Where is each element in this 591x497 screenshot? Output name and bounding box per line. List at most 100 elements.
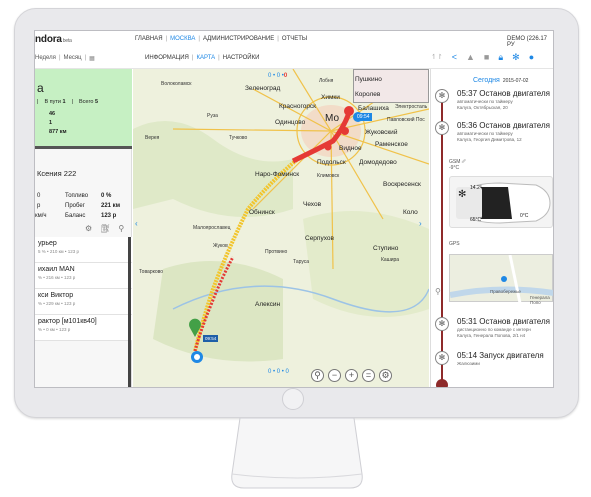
monitor-stand (231, 418, 363, 489)
app-logo[interactable]: ndorabeta (35, 34, 72, 45)
map-counter: 0 • 0 •0 (268, 73, 288, 79)
location-icon[interactable]: ⚲ (118, 224, 124, 233)
calendar-icon[interactable]: ▦ (89, 55, 95, 62)
summary-mileage: 877 км (49, 129, 67, 135)
share-icon[interactable]: < (452, 52, 457, 63)
map-label: Кашира (381, 257, 400, 263)
map-canvas (133, 69, 429, 387)
map-settings-icon[interactable]: ⚙ (379, 369, 392, 382)
gsm-status: GSM ␥ -9°C (449, 159, 466, 171)
collapse-right-arrow[interactable]: › (419, 219, 422, 228)
engine-icon: ✻ (435, 351, 449, 365)
nav-reports[interactable]: ОТЧЕТЫ (282, 36, 307, 42)
period-week[interactable]: Неделя (35, 55, 56, 62)
map-label: Жуков (213, 243, 228, 249)
map-label: Протвино (265, 249, 288, 255)
account-balance[interactable]: DEMO (226.17 РУ (507, 36, 553, 48)
map-label: Видное (339, 145, 362, 152)
map-label: Наро-Фоминск (255, 171, 300, 178)
summary-value-1: 46 (49, 111, 56, 117)
map-label: Тучково (229, 135, 248, 141)
toolbar-icons: ↿↾ < ▲ ■ 🔒︎ ✻ ● (431, 52, 534, 63)
map-label: Пушкино (355, 76, 382, 83)
map-label: Одинцово (275, 119, 306, 126)
summary-value-2: 1 (49, 120, 53, 126)
fuel-icon[interactable]: ⛽︎ (100, 224, 110, 233)
temp-cabin: 14.2° (470, 185, 482, 191)
map-label: Балашиха (358, 105, 389, 112)
map-view[interactable]: 0 • 0 •0 09:54 09:54 Волоколамск Зеленог… (133, 69, 429, 387)
lock-icon[interactable]: 🔒︎ (498, 52, 503, 63)
map-controls: ⚲ − + = ⚙ (311, 369, 392, 382)
summary-card[interactable]: а | В пути 1 | Всего 5 46 1 877 км (35, 69, 132, 146)
map-label: Королев (355, 91, 381, 98)
main-nav: ГЛАВНАЯ | МОСКВА | АДМИНИСТРИРОВАНИЕ | ОТЧЕ… (135, 36, 308, 42)
list-item[interactable]: ихаил MAN% • 216 км • 123 р (35, 263, 132, 289)
car-icon (456, 182, 551, 224)
fan-icon[interactable]: ✻ (512, 52, 520, 63)
list-item[interactable]: урьер 5 % • 210 км • 123 р (35, 237, 132, 263)
event-minimap[interactable]: Правобережье Генерала Попо (449, 254, 553, 305)
map-label: Таруса (293, 259, 310, 265)
list-item[interactable]: рактор [м101кв40]% • 0 км • 123 р (35, 315, 132, 341)
unlock-icon: 🔓︎ (516, 191, 524, 203)
engine-icon: ✻ (435, 121, 449, 135)
nav-moskva[interactable]: МОСКВА (170, 36, 195, 42)
temp-engine: 65°C (470, 217, 482, 223)
app-screen: ndorabeta ГЛАВНАЯ | МОСКВА | АДМИНИСТРИРОВ… (34, 30, 554, 388)
map-label: Руза (207, 113, 218, 119)
gps-status: GPS (449, 241, 460, 247)
pin-icon[interactable]: ⚲ (311, 369, 324, 382)
monitor-power-button (282, 388, 304, 410)
vehicle-name: Ксения 222 (37, 169, 77, 178)
zoom-out-icon[interactable]: − (328, 369, 341, 382)
map-label: Обнинск (249, 209, 275, 216)
map-label: Товарково (139, 269, 164, 275)
vehicle-stats: 0 Топливо 0 % р Пробег 221 км км/ч Балан… (35, 193, 121, 219)
start-time-badge[interactable]: 09:54 (203, 335, 219, 342)
signal-icon: ↿↾ (431, 54, 443, 61)
map-label: Коло (403, 209, 418, 216)
sub-header: Неделя | Месяц | ▦ ИНФОРМАЦИЯ | КАРТА | НАСТ… (35, 49, 553, 69)
scrollbar[interactable] (128, 237, 131, 387)
stop-icon[interactable]: ■ (484, 52, 489, 63)
list-item[interactable]: кси Виктор% • 229 км • 123 р (35, 289, 132, 315)
map-label: Павловский Пос (387, 117, 425, 123)
vehicle-list: урьер 5 % • 210 км • 123 р ихаил MAN% • 2… (35, 237, 132, 341)
vehicle-actions: ⚙ ⛽︎ ⚲ (85, 224, 124, 233)
map-label: Волоколамск (161, 81, 192, 87)
tab-settings[interactable]: НАСТРОЙКИ (223, 55, 260, 61)
summary-title: а (37, 81, 44, 95)
summary-counts: | В пути 1 | Всего 5 (37, 99, 99, 105)
period-selector: Неделя | Месяц | ▦ (35, 55, 95, 62)
map-label: Домодедово (359, 159, 397, 166)
alarm-icon[interactable]: ▲ (466, 52, 475, 63)
collapse-left-arrow[interactable]: ‹ (135, 219, 138, 228)
tab-info[interactable]: ИНФОРМАЦИЯ (145, 55, 189, 61)
map-counter-bottom: 0 • 0 • 0 (268, 369, 289, 375)
map-label: Серпухов (305, 235, 334, 242)
zoom-in-icon[interactable]: + (345, 369, 358, 382)
today-header[interactable]: Сегодня 2015-07-02 (473, 77, 528, 84)
period-month[interactable]: Месяц (64, 55, 82, 62)
event-panel: Сегодня 2015-07-02 ✻ 05:37 Останов двигат… (430, 69, 553, 387)
tab-map[interactable]: КАРТА (196, 55, 215, 61)
map-label: Лобня (319, 78, 334, 84)
nav-admin[interactable]: АДМИНИСТРИРОВАНИЕ (203, 36, 274, 42)
map-label: Чехов (303, 201, 322, 208)
car-status-card[interactable]: ✻ 14.2° 65°C 🔓︎ 0°C (449, 176, 553, 228)
more-icon[interactable]: ● (529, 52, 534, 63)
vehicle-time-badge[interactable]: 09:54 (355, 113, 372, 121)
nav-home[interactable]: ГЛАВНАЯ (135, 36, 163, 42)
fan-icon: ✻ (458, 189, 467, 200)
map-label: Раменское (375, 141, 408, 148)
map-label: Мо (325, 113, 340, 124)
settings-icon[interactable]: ⚙ (85, 224, 92, 233)
divider (35, 146, 132, 149)
map-label: Подольск (317, 159, 346, 166)
top-header: ndorabeta ГЛАВНАЯ | МОСКВА | АДМИНИСТРИРОВ… (35, 31, 553, 49)
temp-outside: 0°C (520, 213, 529, 219)
layers-icon[interactable]: = (362, 369, 375, 382)
map-label: Верея (145, 135, 160, 141)
map-label: Ступино (373, 245, 399, 252)
